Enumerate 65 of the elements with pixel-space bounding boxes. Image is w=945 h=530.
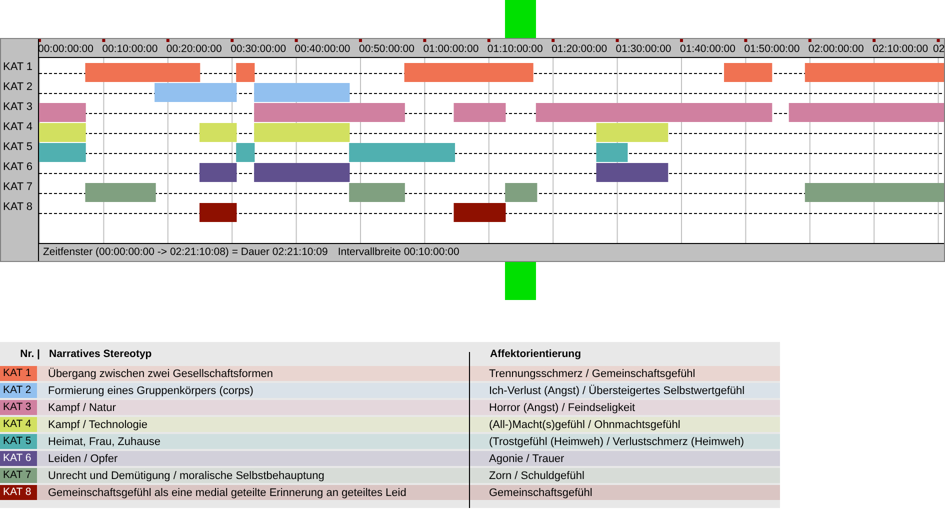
tick-label: 01:30:00:00 <box>616 43 672 55</box>
affect-text: Agonie / Trauer <box>489 452 564 464</box>
stereotype-text: Kampf / Natur <box>48 402 117 414</box>
stereotype-text: Gemeinschaftsgefühl als eine medial geteilte Erinnerung an geteiltes Leid <box>48 486 408 498</box>
category-label: KAT 2 <box>2 80 34 95</box>
tick-label: 00:50:00:00 <box>359 43 414 55</box>
tick-label: 02:00:00:00 <box>808 43 864 55</box>
affect-text: Horror (Angst) / Feindseligkeit <box>489 402 636 414</box>
tick-label: 01:20:00:00 <box>552 43 608 55</box>
category-label: KAT 7 <box>2 180 34 195</box>
category-badge: KAT 8 <box>0 485 37 500</box>
status-text: Intervallbreite 00:10:00:00 <box>338 245 460 260</box>
tick-label: 02 <box>933 43 944 55</box>
tick-label: 01:50:00:00 <box>744 43 800 55</box>
category-label: KAT 3 <box>2 100 34 115</box>
category-badge: KAT 3 <box>0 400 37 415</box>
affect-text: Gemeinschaftsgefühl <box>489 486 592 498</box>
tick-label: 02:10:00:00 <box>872 43 928 55</box>
tick-mark <box>487 39 490 42</box>
stereotype-text: Heimat, Frau, Zuhause <box>48 436 162 448</box>
tick-label: 01:10:00:00 <box>487 43 543 55</box>
tick-mark <box>423 39 426 42</box>
tick-label: 00:20:00:00 <box>166 43 222 55</box>
tick-mark <box>552 39 555 42</box>
tick-mark <box>166 39 170 42</box>
column-header: Narratives Stereotyp <box>49 348 153 360</box>
stereotype-text: Formierung eines Gruppenkörpers (corps) <box>48 384 254 396</box>
tick-mark <box>359 39 362 42</box>
tick-mark <box>808 39 812 42</box>
stereotype-text: Kampf / Technologie <box>48 418 148 430</box>
category-badge: KAT 5 <box>0 434 37 449</box>
stereotype-text: Leiden / Opfer <box>48 452 119 464</box>
tick-mark <box>936 39 940 42</box>
category-badge: KAT 6 <box>0 451 37 466</box>
tick-label: 00:30:00:00 <box>230 43 286 55</box>
affect-text: Trennungsschmerz / Gemeinschaftsgefühl <box>489 368 696 380</box>
category-label: KAT 5 <box>2 140 34 155</box>
tick-mark <box>744 39 748 42</box>
tick-mark <box>872 39 876 42</box>
category-badge: KAT 2 <box>0 383 37 398</box>
tick-mark <box>680 39 683 42</box>
affect-text: Ich-Verlust (Angst) / Übersteigertes Selbstwertgefühl <box>489 384 745 396</box>
category-label: KAT 4 <box>2 120 34 135</box>
category-badge: KAT 4 <box>0 417 37 432</box>
category-label: KAT 6 <box>2 160 34 175</box>
tick-mark <box>230 39 234 42</box>
column-header: Affektorientierung <box>490 348 582 360</box>
category-label: KAT 1 <box>2 60 34 75</box>
tick-mark <box>616 39 619 42</box>
stereotype-text: Übergang zwischen zwei Gesellschaftsformen <box>48 368 274 380</box>
category-badge: KAT 1 <box>0 366 37 381</box>
status-text: Zeitfenster (00:00:00:00 -> 02:21:10:08) = Dauer 02:21:10:09 <box>43 245 328 260</box>
stereotype-text: Unrecht und Demütigung / moralische Selbstbehauptung <box>48 470 326 482</box>
affect-text: (All-)Macht(s)gefühl / Ohnmachtsgefühl <box>489 418 680 430</box>
affect-text: (Trostgefühl (Heimweh) / Verlustschmerz (Heimweh) <box>489 436 744 448</box>
tick-label: 01:40:00:00 <box>680 43 736 55</box>
tick-label: 00:40:00:00 <box>294 43 350 55</box>
tick-label: 00:10:00:00 <box>102 43 158 55</box>
column-header: Nr. | <box>19 348 40 360</box>
tick-label: 01:00:00:00 <box>423 43 479 55</box>
affect-text: Zorn / Schuldgefühl <box>489 470 584 482</box>
category-label: KAT 8 <box>2 200 34 215</box>
tick-mark <box>102 39 106 42</box>
category-badge: KAT 7 <box>0 468 37 483</box>
tick-mark <box>294 39 298 42</box>
